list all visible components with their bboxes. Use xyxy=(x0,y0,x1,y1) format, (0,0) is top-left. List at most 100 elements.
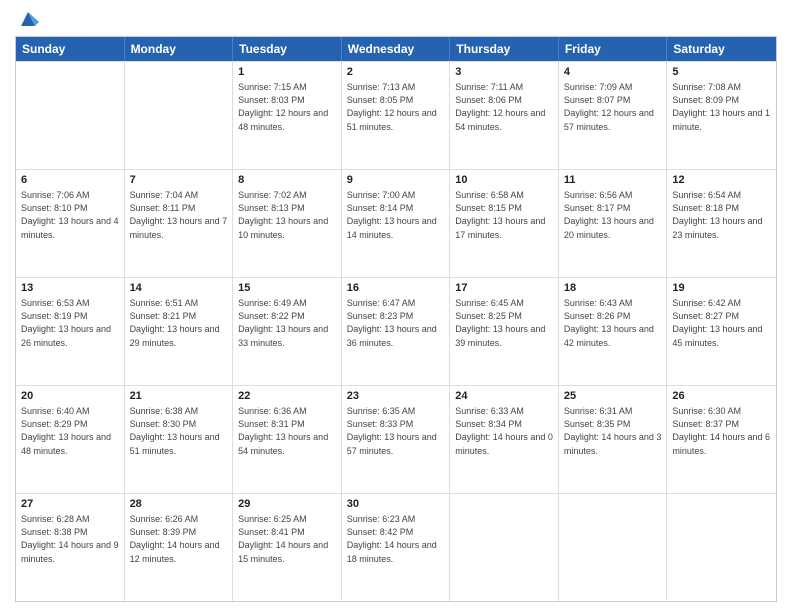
calendar-cell-1-0: 6Sunrise: 7:06 AM Sunset: 8:10 PM Daylig… xyxy=(16,170,125,277)
calendar-cell-1-1: 7Sunrise: 7:04 AM Sunset: 8:11 PM Daylig… xyxy=(125,170,234,277)
calendar-row-4: 27Sunrise: 6:28 AM Sunset: 8:38 PM Dayli… xyxy=(16,493,776,601)
day-number: 1 xyxy=(238,65,336,80)
calendar-cell-4-1: 28Sunrise: 6:26 AM Sunset: 8:39 PM Dayli… xyxy=(125,494,234,601)
calendar-cell-3-2: 22Sunrise: 6:36 AM Sunset: 8:31 PM Dayli… xyxy=(233,386,342,493)
day-number: 2 xyxy=(347,65,445,80)
day-number: 13 xyxy=(21,281,119,296)
calendar-cell-0-4: 3Sunrise: 7:11 AM Sunset: 8:06 PM Daylig… xyxy=(450,62,559,169)
day-number: 27 xyxy=(21,497,119,512)
calendar-cell-3-6: 26Sunrise: 6:30 AM Sunset: 8:37 PM Dayli… xyxy=(667,386,776,493)
calendar-cell-0-1 xyxy=(125,62,234,169)
cell-info: Sunrise: 6:36 AM Sunset: 8:31 PM Dayligh… xyxy=(238,405,336,457)
cell-info: Sunrise: 7:00 AM Sunset: 8:14 PM Dayligh… xyxy=(347,189,445,241)
cell-info: Sunrise: 6:49 AM Sunset: 8:22 PM Dayligh… xyxy=(238,297,336,349)
cell-info: Sunrise: 6:54 AM Sunset: 8:18 PM Dayligh… xyxy=(672,189,771,241)
cell-info: Sunrise: 6:40 AM Sunset: 8:29 PM Dayligh… xyxy=(21,405,119,457)
calendar-cell-1-3: 9Sunrise: 7:00 AM Sunset: 8:14 PM Daylig… xyxy=(342,170,451,277)
cell-info: Sunrise: 6:43 AM Sunset: 8:26 PM Dayligh… xyxy=(564,297,662,349)
calendar-cell-0-2: 1Sunrise: 7:15 AM Sunset: 8:03 PM Daylig… xyxy=(233,62,342,169)
cell-info: Sunrise: 6:33 AM Sunset: 8:34 PM Dayligh… xyxy=(455,405,553,457)
cell-info: Sunrise: 6:58 AM Sunset: 8:15 PM Dayligh… xyxy=(455,189,553,241)
cell-info: Sunrise: 6:31 AM Sunset: 8:35 PM Dayligh… xyxy=(564,405,662,457)
day-number: 17 xyxy=(455,281,553,296)
day-header-sunday: Sunday xyxy=(16,37,125,61)
cell-info: Sunrise: 7:06 AM Sunset: 8:10 PM Dayligh… xyxy=(21,189,119,241)
calendar-cell-0-0 xyxy=(16,62,125,169)
calendar-cell-2-5: 18Sunrise: 6:43 AM Sunset: 8:26 PM Dayli… xyxy=(559,278,668,385)
cell-info: Sunrise: 6:53 AM Sunset: 8:19 PM Dayligh… xyxy=(21,297,119,349)
day-number: 3 xyxy=(455,65,553,80)
calendar-row-0: 1Sunrise: 7:15 AM Sunset: 8:03 PM Daylig… xyxy=(16,61,776,169)
calendar-cell-3-4: 24Sunrise: 6:33 AM Sunset: 8:34 PM Dayli… xyxy=(450,386,559,493)
day-number: 5 xyxy=(672,65,771,80)
cell-info: Sunrise: 6:35 AM Sunset: 8:33 PM Dayligh… xyxy=(347,405,445,457)
calendar-cell-4-0: 27Sunrise: 6:28 AM Sunset: 8:38 PM Dayli… xyxy=(16,494,125,601)
calendar-cell-2-4: 17Sunrise: 6:45 AM Sunset: 8:25 PM Dayli… xyxy=(450,278,559,385)
day-number: 18 xyxy=(564,281,662,296)
calendar-cell-0-6: 5Sunrise: 7:08 AM Sunset: 8:09 PM Daylig… xyxy=(667,62,776,169)
calendar-cell-2-2: 15Sunrise: 6:49 AM Sunset: 8:22 PM Dayli… xyxy=(233,278,342,385)
cell-info: Sunrise: 6:56 AM Sunset: 8:17 PM Dayligh… xyxy=(564,189,662,241)
calendar-row-3: 20Sunrise: 6:40 AM Sunset: 8:29 PM Dayli… xyxy=(16,385,776,493)
day-number: 4 xyxy=(564,65,662,80)
day-header-wednesday: Wednesday xyxy=(342,37,451,61)
day-number: 15 xyxy=(238,281,336,296)
cell-info: Sunrise: 6:23 AM Sunset: 8:42 PM Dayligh… xyxy=(347,513,445,565)
page: SundayMondayTuesdayWednesdayThursdayFrid… xyxy=(0,0,792,612)
day-number: 28 xyxy=(130,497,228,512)
day-number: 14 xyxy=(130,281,228,296)
cell-info: Sunrise: 6:28 AM Sunset: 8:38 PM Dayligh… xyxy=(21,513,119,565)
calendar-body: 1Sunrise: 7:15 AM Sunset: 8:03 PM Daylig… xyxy=(16,61,776,601)
cell-info: Sunrise: 7:09 AM Sunset: 8:07 PM Dayligh… xyxy=(564,81,662,133)
cell-info: Sunrise: 6:30 AM Sunset: 8:37 PM Dayligh… xyxy=(672,405,771,457)
logo-icon xyxy=(17,8,39,30)
day-number: 24 xyxy=(455,389,553,404)
day-header-friday: Friday xyxy=(559,37,668,61)
header xyxy=(15,10,777,28)
day-number: 8 xyxy=(238,173,336,188)
calendar-cell-0-3: 2Sunrise: 7:13 AM Sunset: 8:05 PM Daylig… xyxy=(342,62,451,169)
day-header-thursday: Thursday xyxy=(450,37,559,61)
day-number: 30 xyxy=(347,497,445,512)
cell-info: Sunrise: 7:04 AM Sunset: 8:11 PM Dayligh… xyxy=(130,189,228,241)
day-number: 20 xyxy=(21,389,119,404)
logo xyxy=(15,10,39,28)
calendar-cell-4-4 xyxy=(450,494,559,601)
day-header-saturday: Saturday xyxy=(667,37,776,61)
calendar: SundayMondayTuesdayWednesdayThursdayFrid… xyxy=(15,36,777,602)
cell-info: Sunrise: 6:25 AM Sunset: 8:41 PM Dayligh… xyxy=(238,513,336,565)
cell-info: Sunrise: 6:45 AM Sunset: 8:25 PM Dayligh… xyxy=(455,297,553,349)
calendar-cell-4-6 xyxy=(667,494,776,601)
day-number: 25 xyxy=(564,389,662,404)
calendar-cell-2-1: 14Sunrise: 6:51 AM Sunset: 8:21 PM Dayli… xyxy=(125,278,234,385)
calendar-row-1: 6Sunrise: 7:06 AM Sunset: 8:10 PM Daylig… xyxy=(16,169,776,277)
day-header-tuesday: Tuesday xyxy=(233,37,342,61)
day-number: 23 xyxy=(347,389,445,404)
calendar-cell-3-3: 23Sunrise: 6:35 AM Sunset: 8:33 PM Dayli… xyxy=(342,386,451,493)
day-header-monday: Monday xyxy=(125,37,234,61)
day-number: 9 xyxy=(347,173,445,188)
day-number: 11 xyxy=(564,173,662,188)
calendar-cell-3-1: 21Sunrise: 6:38 AM Sunset: 8:30 PM Dayli… xyxy=(125,386,234,493)
day-number: 22 xyxy=(238,389,336,404)
calendar-header: SundayMondayTuesdayWednesdayThursdayFrid… xyxy=(16,37,776,61)
calendar-cell-2-3: 16Sunrise: 6:47 AM Sunset: 8:23 PM Dayli… xyxy=(342,278,451,385)
calendar-cell-1-2: 8Sunrise: 7:02 AM Sunset: 8:13 PM Daylig… xyxy=(233,170,342,277)
calendar-cell-2-0: 13Sunrise: 6:53 AM Sunset: 8:19 PM Dayli… xyxy=(16,278,125,385)
day-number: 21 xyxy=(130,389,228,404)
calendar-cell-1-4: 10Sunrise: 6:58 AM Sunset: 8:15 PM Dayli… xyxy=(450,170,559,277)
cell-info: Sunrise: 7:11 AM Sunset: 8:06 PM Dayligh… xyxy=(455,81,553,133)
calendar-cell-3-5: 25Sunrise: 6:31 AM Sunset: 8:35 PM Dayli… xyxy=(559,386,668,493)
cell-info: Sunrise: 6:51 AM Sunset: 8:21 PM Dayligh… xyxy=(130,297,228,349)
day-number: 26 xyxy=(672,389,771,404)
day-number: 6 xyxy=(21,173,119,188)
calendar-cell-3-0: 20Sunrise: 6:40 AM Sunset: 8:29 PM Dayli… xyxy=(16,386,125,493)
calendar-cell-2-6: 19Sunrise: 6:42 AM Sunset: 8:27 PM Dayli… xyxy=(667,278,776,385)
day-number: 12 xyxy=(672,173,771,188)
day-number: 10 xyxy=(455,173,553,188)
cell-info: Sunrise: 6:42 AM Sunset: 8:27 PM Dayligh… xyxy=(672,297,771,349)
cell-info: Sunrise: 6:47 AM Sunset: 8:23 PM Dayligh… xyxy=(347,297,445,349)
calendar-cell-4-3: 30Sunrise: 6:23 AM Sunset: 8:42 PM Dayli… xyxy=(342,494,451,601)
cell-info: Sunrise: 6:38 AM Sunset: 8:30 PM Dayligh… xyxy=(130,405,228,457)
calendar-row-2: 13Sunrise: 6:53 AM Sunset: 8:19 PM Dayli… xyxy=(16,277,776,385)
